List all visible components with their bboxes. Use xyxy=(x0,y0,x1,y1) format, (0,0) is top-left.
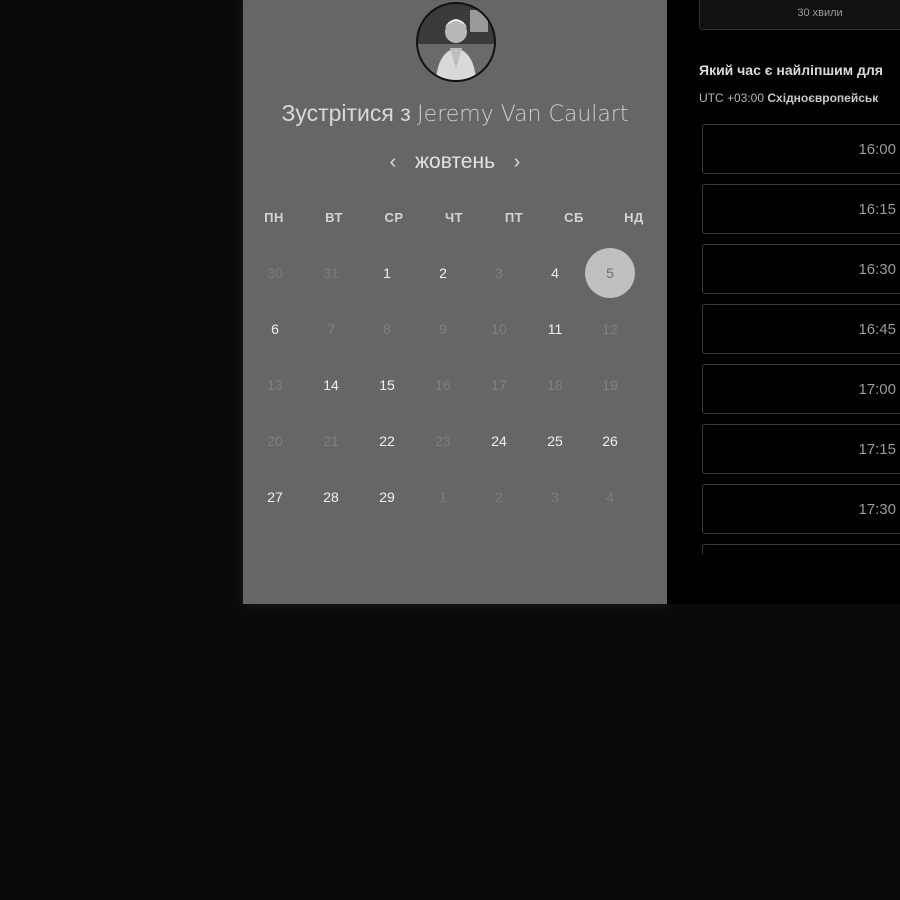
calendar-grid: 30 31 1 2 3 4 5 6 7 8 9 10 11 12 13 14 15 16 17 18 19 20 21 22 2… xyxy=(243,245,667,535)
time-slot-button[interactable]: 17:00 xyxy=(702,364,900,414)
calendar-day[interactable]: 4 xyxy=(530,248,580,298)
host-name: Jeremy Van Caulart xyxy=(417,102,629,127)
timezone-label[interactable]: UTC +03:00 Східноєвропейськ xyxy=(699,91,878,105)
calendar-day: 3 xyxy=(495,265,503,281)
calendar-day: 20 xyxy=(267,433,283,449)
calendar-day[interactable]: 11 xyxy=(530,304,580,354)
weekday-header: ПН ВТ СР ЧТ ПТ СБ НД xyxy=(243,210,667,228)
calendar-day: 18 xyxy=(547,377,563,393)
time-slot-button[interactable]: 17:30 xyxy=(702,484,900,534)
calendar-day: 16 xyxy=(435,377,451,393)
calendar-day: 12 xyxy=(602,321,618,337)
meeting-title: Зустрітися з Jeremy Van Caulart xyxy=(243,100,667,127)
calendar-day[interactable]: 26 xyxy=(585,416,635,466)
calendar-day: 19 xyxy=(602,377,618,393)
calendar-day[interactable]: 15 xyxy=(362,360,412,410)
month-navigation: ‹ жовтень › xyxy=(243,148,667,176)
calendar-day: 3 xyxy=(551,489,559,505)
host-photo-icon xyxy=(418,4,494,80)
calendar-day: 13 xyxy=(267,377,283,393)
time-slot-label: 16:00 xyxy=(858,141,896,158)
title-prefix: Зустрітися з xyxy=(281,100,411,126)
avatar xyxy=(416,2,496,82)
next-month-button[interactable]: › xyxy=(509,151,525,174)
time-slot-button[interactable]: 16:00 xyxy=(702,124,900,174)
calendar-day: 2 xyxy=(495,489,503,505)
calendar-day[interactable]: 29 xyxy=(362,472,412,522)
weekday-label: ЧТ xyxy=(444,210,464,225)
selected-day[interactable]: 5 xyxy=(585,248,635,298)
calendar-day: 8 xyxy=(383,321,391,337)
time-question: Який час є найліпшим для xyxy=(699,62,883,78)
timezone-name: Східноєвропейськ xyxy=(767,91,879,105)
calendar-day[interactable]: 22 xyxy=(362,416,412,466)
calendar-day: 9 xyxy=(439,321,447,337)
scheduler-overlay: Зустрітися з Jeremy Van Caulart ‹ жовтен… xyxy=(0,0,900,900)
time-slot-button[interactable]: 17:15 xyxy=(702,424,900,474)
weekday-label: ВТ xyxy=(325,210,343,225)
time-slot-label: 17:15 xyxy=(858,441,896,458)
calendar-day: 1 xyxy=(439,489,447,505)
calendar-day: 7 xyxy=(327,321,335,337)
calendar-day[interactable]: 2 xyxy=(418,248,468,298)
calendar-day[interactable]: 6 xyxy=(250,304,300,354)
month-label: жовтень xyxy=(414,150,496,173)
calendar-day[interactable]: 24 xyxy=(474,416,524,466)
time-slot-label: 17:30 xyxy=(858,501,896,518)
weekday-label: ПТ xyxy=(504,210,524,225)
time-slot-button[interactable]: 16:15 xyxy=(702,184,900,234)
weekday-label: ПН xyxy=(264,210,284,225)
timezone-offset: UTC +03:00 xyxy=(699,91,765,105)
calendar-day: 10 xyxy=(491,321,507,337)
calendar-day[interactable]: 25 xyxy=(530,416,580,466)
calendar-day: 4 xyxy=(606,489,614,505)
time-slot-label: 16:45 xyxy=(858,321,896,338)
time-slot-label: 16:30 xyxy=(858,261,896,278)
time-slot-list: 16:00 16:15 16:30 16:45 17:00 17:15 17:30 xyxy=(702,124,900,554)
calendar-day[interactable]: 27 xyxy=(250,472,300,522)
time-slots-panel: 30 хвили Який час є найліпшим для UTC +0… xyxy=(667,0,900,604)
duration-selector[interactable]: 30 хвили xyxy=(699,0,900,30)
prev-month-button[interactable]: ‹ xyxy=(385,151,401,174)
time-slot-label: 17:00 xyxy=(858,381,896,398)
time-slot-button[interactable] xyxy=(702,544,900,554)
calendar-day: 21 xyxy=(323,433,339,449)
calendar-day: 31 xyxy=(323,265,339,281)
weekday-label: СР xyxy=(384,210,404,225)
calendar-day[interactable]: 14 xyxy=(306,360,356,410)
calendar-day: 23 xyxy=(435,433,451,449)
weekday-label: НД xyxy=(624,210,644,225)
calendar-day: 30 xyxy=(267,265,283,281)
time-slot-button[interactable]: 16:30 xyxy=(702,244,900,294)
calendar-day[interactable]: 28 xyxy=(306,472,356,522)
calendar-day: 17 xyxy=(491,377,507,393)
weekday-label: СБ xyxy=(564,210,584,225)
time-slot-button[interactable]: 16:45 xyxy=(702,304,900,354)
calendar-card: Зустрітися з Jeremy Van Caulart ‹ жовтен… xyxy=(243,0,667,604)
time-slot-label: 16:15 xyxy=(858,201,896,218)
calendar-day[interactable]: 1 xyxy=(362,248,412,298)
